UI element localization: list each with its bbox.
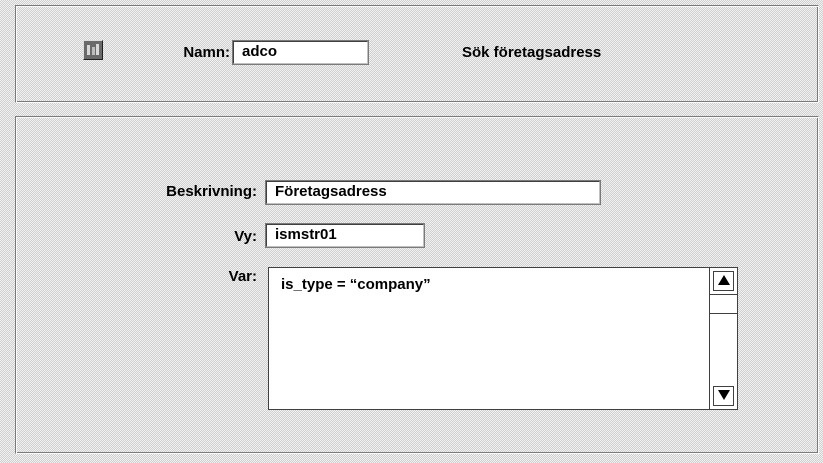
- where-label: Var:: [228, 268, 257, 285]
- where-text[interactable]: is_type = “company”: [281, 276, 431, 293]
- scroll-track-divider: [710, 294, 737, 295]
- where-textarea[interactable]: is_type = “company”: [268, 267, 738, 410]
- scroll-down-button[interactable]: [713, 386, 734, 406]
- arrow-down-icon: [717, 390, 730, 400]
- form-app-icon[interactable]: [83, 40, 103, 60]
- arrow-up-icon: [717, 275, 730, 285]
- view-label: Vy:: [234, 228, 257, 245]
- view-field[interactable]: ismstr01: [266, 224, 424, 247]
- name-field[interactable]: adco: [233, 41, 368, 64]
- scroll-up-button[interactable]: [713, 271, 734, 291]
- app-icon-glyph: [87, 44, 99, 55]
- form-title: Sök företagsadress: [462, 44, 602, 61]
- scroll-thumb-edge: [710, 313, 737, 314]
- header-panel: [15, 5, 819, 103]
- vertical-scrollbar[interactable]: [709, 268, 737, 409]
- description-field[interactable]: Företagsadress: [266, 181, 600, 204]
- name-label: Namn:: [183, 44, 230, 61]
- description-label: Beskrivning:: [166, 183, 257, 200]
